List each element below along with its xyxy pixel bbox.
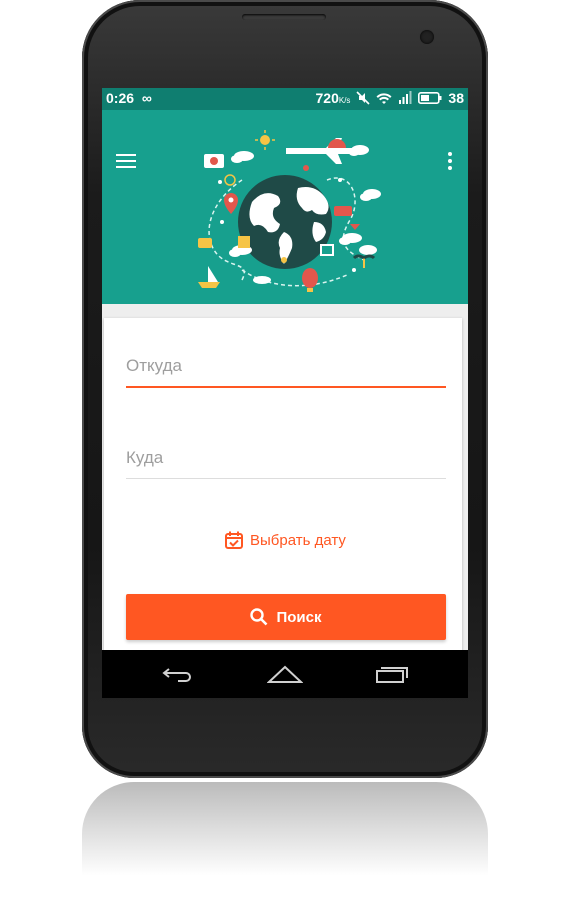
network-unit: K/s: [338, 96, 351, 105]
more-options-icon[interactable]: [448, 152, 452, 170]
android-nav-bar: [102, 650, 468, 698]
status-left: 0:26 ∞: [106, 90, 152, 106]
signal-icon: [399, 91, 412, 104]
home-icon: [267, 665, 303, 683]
calendar-icon: [225, 531, 243, 549]
status-time: 0:26: [106, 90, 135, 106]
status-right: 720K/s 38: [316, 90, 465, 106]
to-field[interactable]: [126, 448, 446, 479]
to-input[interactable]: [126, 448, 446, 478]
recent-apps-icon: [376, 667, 408, 683]
wifi-icon: [376, 93, 392, 104]
to-underline: [126, 478, 446, 479]
home-button[interactable]: [265, 660, 305, 688]
battery-icon: [418, 92, 442, 104]
phone-camera: [420, 30, 434, 44]
infinity-icon: ∞: [141, 90, 152, 106]
back-icon: [162, 668, 191, 682]
from-input[interactable]: [126, 356, 446, 386]
search-icon: [250, 608, 268, 626]
mute-icon: [356, 91, 370, 105]
search-button[interactable]: Поиск: [126, 594, 446, 640]
phone-speaker: [242, 14, 326, 20]
choose-date-label: Выбрать дату: [250, 531, 346, 549]
back-button[interactable]: [158, 660, 198, 688]
travel-illustration: [198, 130, 381, 292]
choose-date-button[interactable]: Выбрать дату: [224, 530, 346, 550]
app-header: [102, 110, 468, 304]
network-speed: 720K/s: [315, 90, 351, 106]
search-button-label: Поиск: [276, 608, 322, 626]
search-card: Выбрать дату Поиск: [104, 318, 462, 698]
from-underline: [126, 386, 446, 388]
from-field[interactable]: [126, 356, 446, 388]
battery-level: 38: [448, 90, 464, 106]
phone-reflection: [82, 782, 488, 916]
app-screen: 0:26 ∞ 720K/s 38 Откуда Куда Выбрать дат…: [102, 88, 468, 698]
recent-apps-button[interactable]: [372, 660, 412, 688]
status-bar: 0:26 ∞ 720K/s 38: [102, 88, 468, 110]
menu-icon[interactable]: [116, 154, 136, 168]
